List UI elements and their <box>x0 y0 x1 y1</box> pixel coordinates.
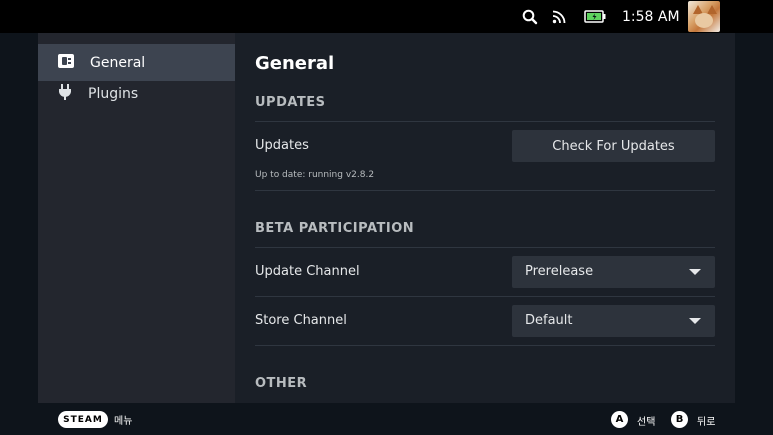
avatar[interactable] <box>688 1 720 32</box>
a-button-icon[interactable]: A <box>611 411 628 428</box>
steam-button[interactable]: STEAM <box>58 411 108 428</box>
update-channel-value: Prerelease <box>525 264 594 279</box>
chevron-down-icon <box>689 269 701 275</box>
page-title: General <box>255 53 335 74</box>
divider <box>255 121 715 122</box>
updates-label: Updates <box>255 138 309 153</box>
b-button-icon[interactable]: B <box>671 411 688 428</box>
clock-time: 1:58 AM <box>622 8 680 25</box>
sidebar-item-general[interactable]: General <box>38 44 235 81</box>
rss-icon[interactable] <box>552 0 567 33</box>
store-channel-dropdown[interactable]: Default <box>512 305 715 337</box>
update-channel-label: Update Channel <box>255 264 360 279</box>
sidebar: General Plugins <box>38 33 235 403</box>
menu-label: 메뉴 <box>114 416 133 427</box>
back-label: 뒤로 <box>697 417 716 428</box>
updates-description: Up to date: running v2.8.2 <box>255 170 375 180</box>
plug-icon <box>57 83 73 105</box>
divider <box>255 190 715 191</box>
section-header-other: OTHER <box>255 376 308 391</box>
settings-panel: General UPDATES Updates Up to date: runn… <box>235 33 735 403</box>
select-label: 선택 <box>637 417 656 428</box>
sidebar-item-label: General <box>90 54 146 71</box>
sidebar-item-label: Plugins <box>88 86 139 102</box>
section-header-updates: UPDATES <box>255 95 326 110</box>
plug-box-icon <box>57 53 75 73</box>
chevron-down-icon <box>689 318 701 324</box>
bottom-hint-bar: STEAM 메뉴 A 선택 B 뒤로 <box>0 403 773 435</box>
search-icon[interactable] <box>522 0 538 33</box>
divider <box>255 296 715 297</box>
sidebar-item-plugins[interactable]: Plugins <box>38 79 235 109</box>
store-channel-value: Default <box>525 313 573 328</box>
battery-icon[interactable] <box>584 0 606 33</box>
divider <box>255 247 715 248</box>
section-header-beta: BETA PARTICIPATION <box>255 221 415 236</box>
top-status-bar: 1:58 AM <box>0 0 773 33</box>
check-for-updates-button[interactable]: Check For Updates <box>512 130 715 162</box>
divider <box>255 345 715 346</box>
update-channel-dropdown[interactable]: Prerelease <box>512 256 715 288</box>
store-channel-label: Store Channel <box>255 313 347 328</box>
